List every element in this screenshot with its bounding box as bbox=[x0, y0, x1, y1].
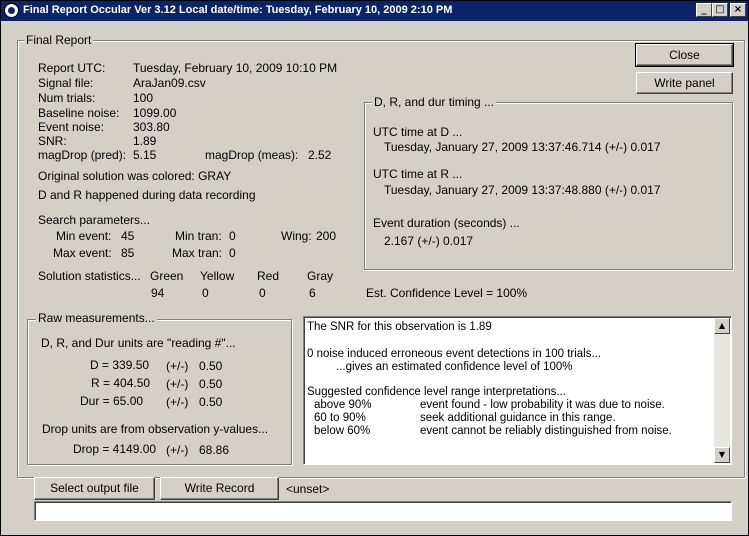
timing-group-label: D, R, and dur timing ... bbox=[372, 95, 497, 109]
baseline-noise-label: Baseline noise: bbox=[38, 106, 120, 120]
output-file-path: <unset> bbox=[286, 482, 330, 496]
minimize-button[interactable]: _ bbox=[696, 3, 712, 17]
magdrop-pred-value: 5.15 bbox=[133, 148, 157, 162]
stats-header-green: Green bbox=[150, 269, 184, 283]
signal-file-value: AraJan09.csv bbox=[133, 76, 206, 90]
stats-value-yellow: 0 bbox=[202, 286, 209, 300]
notes-range-text: event found - low probability it was due… bbox=[420, 399, 665, 411]
original-solution-text: Original solution was colored: GRAY bbox=[38, 169, 232, 183]
raw-drop-err: 68.86 bbox=[199, 443, 230, 457]
event-duration-value: 2.167 (+/-) 0.017 bbox=[384, 234, 474, 248]
raw-measurements-group-label: Raw measurements... bbox=[36, 311, 157, 325]
magdrop-pred-label: magDrop (pred): bbox=[38, 148, 127, 162]
notes-confidence-line: ...gives an estimated confidence level o… bbox=[336, 361, 573, 373]
close-window-button[interactable]: × bbox=[730, 3, 746, 17]
min-tran-label: Min tran: bbox=[175, 229, 222, 243]
utc-d-label: UTC time at D ... bbox=[373, 125, 463, 139]
notes-range-label: 60 to 90% bbox=[314, 412, 366, 424]
max-tran-label: Max tran: bbox=[172, 246, 223, 260]
stats-header-red: Red bbox=[257, 269, 280, 283]
d-and-r-status-text: D and R happened during data recording bbox=[38, 188, 256, 202]
raw-r-pm: (+/-) bbox=[166, 377, 189, 391]
signal-file-label: Signal file: bbox=[38, 76, 94, 90]
stats-header-gray: Gray bbox=[307, 269, 334, 283]
scroll-up-icon[interactable]: ▲ bbox=[714, 318, 730, 334]
stats-value-green: 94 bbox=[151, 286, 165, 300]
raw-r-label: R = 404.50 bbox=[91, 376, 151, 390]
event-noise-value: 303.80 bbox=[133, 120, 170, 134]
num-trials-label: Num trials: bbox=[38, 91, 96, 105]
stats-value-red: 0 bbox=[259, 286, 266, 300]
raw-units-note: D, R, and Dur units are "reading #"... bbox=[41, 336, 236, 350]
wing-value: 200 bbox=[316, 229, 337, 243]
raw-dur-err: 0.50 bbox=[199, 395, 223, 409]
notes-range-label: below 60% bbox=[314, 425, 371, 437]
wing-label: Wing: bbox=[281, 229, 312, 243]
notes-text-area[interactable]: The SNR for this observation is 1.89 0 n… bbox=[303, 316, 732, 465]
notes-scrollbar[interactable]: ▲ ▼ bbox=[714, 318, 730, 463]
report-utc-label: Report UTC: bbox=[38, 61, 106, 75]
baseline-noise-value: 1099.00 bbox=[133, 106, 177, 120]
num-trials-value: 100 bbox=[133, 91, 154, 105]
utc-r-value: Tuesday, January 27, 2009 13:37:48.880 (… bbox=[384, 183, 661, 197]
drop-units-note: Drop units are from observation y-values… bbox=[42, 422, 269, 436]
utc-r-label: UTC time at R ... bbox=[373, 167, 463, 181]
main-window: Final Report Occular Ver 3.12 Local date… bbox=[0, 0, 749, 536]
snr-value: 1.89 bbox=[133, 134, 157, 148]
max-event-label: Max event: bbox=[53, 246, 112, 260]
raw-drop-label: Drop = 4149.00 bbox=[73, 442, 157, 456]
select-output-file-button[interactable]: Select output file bbox=[34, 477, 155, 500]
raw-d-pm: (+/-) bbox=[166, 359, 189, 373]
notes-detections-line: 0 noise induced erroneous event detectio… bbox=[307, 348, 602, 360]
event-noise-label: Event noise: bbox=[38, 120, 105, 134]
notes-range-text: seek additional guidance in this range. bbox=[420, 412, 616, 424]
snr-label: SNR: bbox=[38, 134, 67, 148]
raw-drop-pm: (+/-) bbox=[166, 443, 189, 457]
confidence-level-text: Est. Confidence Level = 100% bbox=[366, 286, 528, 300]
min-tran-value: 0 bbox=[229, 229, 236, 243]
write-panel-button[interactable]: Write panel bbox=[636, 72, 733, 94]
report-utc-value: Tuesday, February 10, 2009 10:10 PM bbox=[133, 61, 338, 75]
raw-d-err: 0.50 bbox=[199, 359, 223, 373]
min-event-label: Min event: bbox=[56, 229, 112, 243]
notes-snr-line: The SNR for this observation is 1.89 bbox=[307, 321, 492, 333]
status-field[interactable] bbox=[34, 501, 732, 521]
final-report-group-label: Final Report bbox=[24, 33, 94, 47]
raw-dur-label: Dur = 65.00 bbox=[80, 394, 144, 408]
search-params-label: Search parameters... bbox=[38, 213, 151, 227]
app-icon[interactable] bbox=[4, 3, 19, 18]
notes-range-label: above 90% bbox=[314, 399, 372, 411]
raw-r-err: 0.50 bbox=[199, 377, 223, 391]
max-event-value: 85 bbox=[121, 246, 135, 260]
title-bar[interactable]: Final Report Occular Ver 3.12 Local date… bbox=[1, 1, 748, 21]
scroll-down-icon[interactable]: ▼ bbox=[714, 447, 730, 463]
max-tran-value: 0 bbox=[229, 246, 236, 260]
window-title: Final Report Occular Ver 3.12 Local date… bbox=[23, 4, 453, 16]
maximize-button[interactable]: □ bbox=[712, 3, 728, 17]
event-duration-label: Event duration (seconds) ... bbox=[373, 216, 520, 230]
stats-header-yellow: Yellow bbox=[200, 269, 235, 283]
magdrop-meas-value: 2.52 bbox=[308, 148, 332, 162]
magdrop-meas-label: magDrop (meas): bbox=[205, 148, 299, 162]
utc-d-value: Tuesday, January 27, 2009 13:37:46.714 (… bbox=[384, 140, 661, 154]
close-button[interactable]: Close bbox=[635, 43, 734, 67]
solution-stats-label: Solution statistics... bbox=[38, 269, 141, 283]
raw-dur-pm: (+/-) bbox=[166, 395, 189, 409]
notes-interpretations-line: Suggested confidence level range interpr… bbox=[307, 386, 566, 398]
raw-d-label: D = 339.50 bbox=[90, 358, 150, 372]
notes-range-text: event cannot be reliably distinguished f… bbox=[420, 425, 672, 437]
stats-value-gray: 6 bbox=[309, 286, 316, 300]
write-record-button[interactable]: Write Record bbox=[160, 477, 279, 500]
min-event-value: 45 bbox=[121, 229, 135, 243]
